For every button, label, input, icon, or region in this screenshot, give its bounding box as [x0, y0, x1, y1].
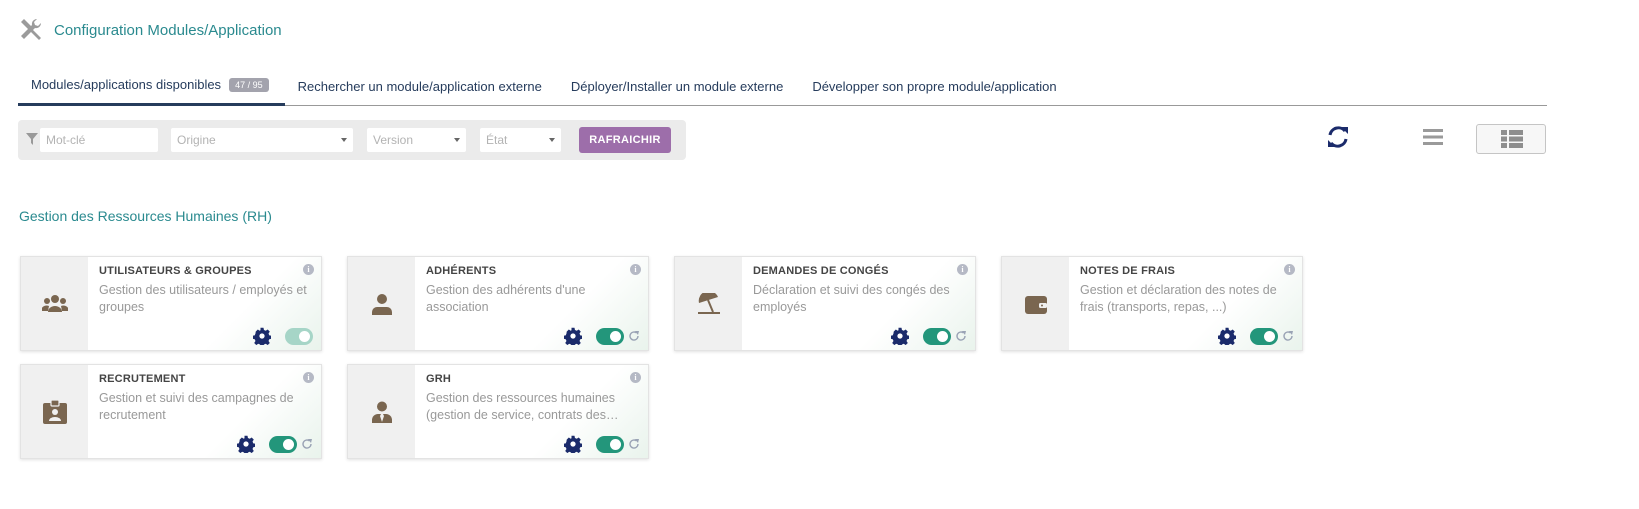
gear-icon[interactable]	[237, 435, 255, 453]
module-name: GRH	[426, 373, 452, 385]
module-name: RECRUTEMENT	[99, 373, 186, 385]
info-icon[interactable]: i	[303, 372, 314, 383]
filter-bar: Mot-clé Origine Version État RAFRAICHIR	[18, 120, 686, 160]
origin-select[interactable]: Origine	[171, 128, 353, 152]
gear-icon[interactable]	[1218, 327, 1236, 345]
chevron-down-icon	[454, 138, 460, 142]
module-name: NOTES DE FRAIS	[1080, 265, 1176, 277]
info-icon[interactable]: i	[303, 264, 314, 275]
beach-umbrella-icon	[697, 292, 720, 314]
user-icon	[371, 293, 392, 315]
module-name: DEMANDES DE CONGÉS	[753, 265, 889, 277]
version-select[interactable]: Version	[367, 128, 466, 152]
keyword-input[interactable]: Mot-clé	[40, 128, 158, 152]
gear-icon[interactable]	[891, 327, 909, 345]
tab-label: Modules/applications disponibles	[31, 77, 222, 92]
filter-icon	[26, 133, 38, 145]
origin-placeholder: Origine	[177, 133, 216, 147]
state-placeholder: État	[486, 133, 508, 147]
state-select[interactable]: État	[480, 128, 561, 152]
wallet-icon	[1024, 295, 1047, 314]
gear-icon[interactable]	[564, 327, 582, 345]
module-card-users-groups: UTILISATEURS & GROUPES Gestion des utili…	[20, 256, 322, 351]
module-toggle[interactable]	[596, 436, 624, 453]
module-toggle[interactable]	[596, 328, 624, 345]
info-icon[interactable]: i	[957, 264, 968, 275]
tab-bar: Modules/applications disponibles 47 / 95…	[18, 66, 1547, 106]
module-description: Gestion et déclaration des notes de frai…	[1080, 283, 1277, 314]
info-icon[interactable]: i	[1284, 264, 1295, 275]
module-description: Gestion des ressources humaines (gestion…	[426, 391, 619, 422]
chevron-down-icon	[341, 138, 347, 142]
reload-icon[interactable]	[628, 330, 640, 342]
module-toggle[interactable]	[923, 328, 951, 345]
module-description: Déclaration et suivi des congés des empl…	[753, 283, 950, 314]
module-toggle[interactable]	[269, 436, 297, 453]
tab-deploy-external[interactable]: Déployer/Installer un module externe	[558, 66, 799, 106]
sync-icon[interactable]	[1326, 124, 1350, 150]
module-icon-panel	[348, 365, 415, 458]
gear-icon[interactable]	[564, 435, 582, 453]
module-name: ADHÉRENTS	[426, 265, 497, 277]
tools-icon	[21, 18, 42, 40]
kanban-view-button[interactable]	[1476, 124, 1546, 154]
info-icon[interactable]: i	[630, 264, 641, 275]
module-icon-panel	[348, 257, 415, 350]
chevron-down-icon	[549, 138, 555, 142]
module-icon-panel	[21, 365, 88, 458]
tab-available-modules[interactable]: Modules/applications disponibles 47 / 95	[18, 66, 285, 106]
module-toggle[interactable]	[285, 328, 313, 345]
module-card-hrm: GRH Gestion des ressources humaines (ges…	[347, 364, 649, 459]
id-badge-icon	[42, 399, 67, 424]
module-description: Gestion des utilisateurs / employés et g…	[99, 283, 307, 314]
module-card-members: ADHÉRENTS Gestion des adhérents d'une as…	[347, 256, 649, 351]
page-title: Configuration Modules/Application	[54, 21, 282, 39]
module-description: Gestion et suivi des campagnes de recrut…	[99, 391, 294, 422]
reload-icon[interactable]	[955, 330, 967, 342]
gear-icon[interactable]	[253, 327, 271, 345]
list-view-icon[interactable]	[1423, 128, 1443, 146]
module-icon-panel	[1002, 257, 1069, 350]
table-view-icon	[1501, 130, 1523, 148]
user-tie-icon	[371, 401, 392, 423]
refresh-button[interactable]: RAFRAICHIR	[579, 127, 671, 153]
module-card-expense-reports: NOTES DE FRAIS Gestion et déclaration de…	[1001, 256, 1303, 351]
tab-develop-own[interactable]: Développer son propre module/application	[799, 66, 1072, 106]
module-card-recruitment: RECRUTEMENT Gestion et suivi des campagn…	[20, 364, 322, 459]
tab-search-external[interactable]: Rechercher un module/application externe	[285, 66, 558, 106]
users-icon	[41, 294, 68, 312]
section-title: Gestion des Ressources Humaines (RH)	[19, 208, 272, 224]
count-badge: 47 / 95	[229, 77, 269, 92]
module-description: Gestion des adhérents d'une association	[426, 283, 586, 314]
reload-icon[interactable]	[1282, 330, 1294, 342]
version-placeholder: Version	[373, 133, 414, 147]
module-card-leave-requests: DEMANDES DE CONGÉS Déclaration et suivi …	[674, 256, 976, 351]
page-header: Configuration Modules/Application	[18, 16, 282, 44]
module-icon-panel	[675, 257, 742, 350]
module-name: UTILISATEURS & GROUPES	[99, 265, 252, 277]
module-icon-panel	[21, 257, 88, 350]
reload-icon[interactable]	[301, 438, 313, 450]
module-toggle[interactable]	[1250, 328, 1278, 345]
reload-icon[interactable]	[628, 438, 640, 450]
info-icon[interactable]: i	[630, 372, 641, 383]
